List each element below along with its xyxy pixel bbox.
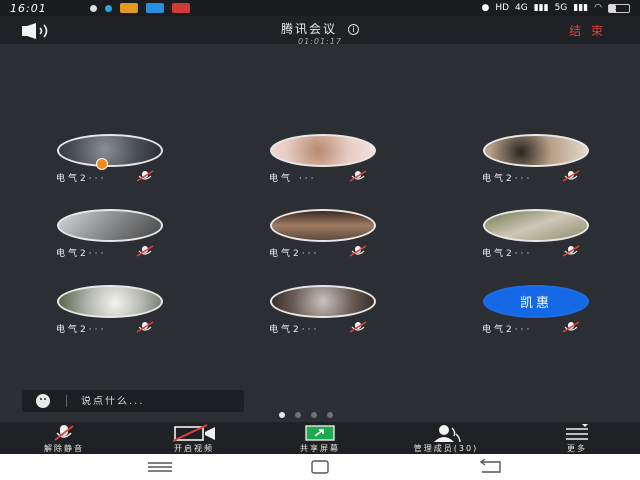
- participant-tile[interactable]: 电气2···: [476, 209, 596, 265]
- meeting-header: 腾讯会议 i 01:01:17 结 束: [0, 16, 640, 46]
- app-notification-icon: [146, 3, 164, 13]
- participant-name: 电气2···: [56, 249, 107, 259]
- camera-off-icon: [172, 424, 215, 442]
- menu-nav-icon[interactable]: [146, 459, 174, 475]
- participant-name: 电气2···: [482, 249, 533, 259]
- page-dot[interactable]: [295, 412, 301, 418]
- participant-tile[interactable]: 凯惠电气2···: [476, 285, 596, 341]
- header-title-block: 腾讯会议 i 01:01:17: [0, 18, 640, 46]
- meeting-title[interactable]: 腾讯会议: [281, 22, 337, 36]
- participant-name: 电气2···: [482, 174, 533, 184]
- share-screen-label: 共享屏幕: [300, 444, 340, 453]
- wifi-icon: ◠: [594, 3, 602, 13]
- participant-name: 电气 ···: [269, 174, 317, 184]
- status-time: 16:01: [10, 1, 47, 15]
- page-indicator: [279, 412, 333, 418]
- mic-off-icon: [136, 245, 154, 257]
- participant-tile[interactable]: 电气2···: [263, 285, 383, 341]
- participant-name: 电气2···: [269, 249, 320, 259]
- share-screen-icon: [305, 425, 335, 441]
- signal-icon: ▮▮▮: [573, 3, 589, 13]
- participant-avatar: [57, 285, 163, 318]
- manage-members-label: 管理成员(30): [413, 444, 479, 453]
- meeting-toolbar: 解除静音 开启视频 共享屏幕 管理成员(30) 更多: [0, 422, 640, 454]
- mic-off-icon: [349, 245, 367, 257]
- battery-icon: 37: [608, 3, 630, 13]
- participant-name: 电气2···: [56, 174, 107, 184]
- hd-label: HD: [495, 3, 510, 13]
- participant-avatar: [270, 285, 376, 318]
- notification-dot-icon: [90, 4, 97, 12]
- signal-icon: ▮▮▮: [533, 3, 549, 13]
- status-bar: 16:01 ● HD 4G ▮▮▮ 5G ▮▮▮ ◠ 37: [0, 0, 640, 16]
- chat-divider: [66, 395, 67, 407]
- chat-input[interactable]: [81, 395, 231, 407]
- host-badge-icon: [96, 158, 108, 170]
- page-dot[interactable]: [279, 412, 285, 418]
- 5g-label: 5G: [554, 3, 568, 13]
- mic-off-icon: [562, 245, 580, 257]
- battery-level: 37: [614, 3, 624, 12]
- info-icon[interactable]: i: [348, 24, 360, 35]
- end-meeting-button[interactable]: 结 束: [569, 22, 606, 39]
- unmute-label: 解除静音: [44, 444, 84, 453]
- manage-members-button[interactable]: 管理成员(30): [400, 422, 492, 454]
- participant-name: 电气2···: [269, 325, 320, 335]
- start-video-label: 开启视频: [174, 444, 214, 453]
- start-video-button[interactable]: 开启视频: [158, 422, 230, 454]
- chat-bar[interactable]: [22, 390, 244, 412]
- app-notification-icon: [120, 3, 138, 13]
- participant-tile[interactable]: 电气2···: [50, 209, 170, 265]
- participant-avatar: [483, 209, 589, 242]
- home-nav-icon[interactable]: [306, 459, 334, 475]
- emoji-icon[interactable]: [36, 394, 50, 408]
- participant-tile[interactable]: 电气 ···: [263, 134, 383, 190]
- unmute-button[interactable]: 解除静音: [28, 422, 100, 454]
- share-screen-button[interactable]: 共享屏幕: [284, 422, 356, 454]
- participant-tile[interactable]: 电气2···: [263, 209, 383, 265]
- mic-off-icon: [349, 170, 367, 182]
- participant-avatar: [483, 134, 589, 167]
- participant-avatar: 凯惠: [483, 285, 589, 318]
- page-dot[interactable]: [311, 412, 317, 418]
- participant-avatar: [57, 209, 163, 242]
- more-button[interactable]: 更多: [552, 422, 602, 454]
- participant-tile[interactable]: 电气2···: [476, 134, 596, 190]
- system-nav-bar: [0, 454, 640, 480]
- status-right: ● HD 4G ▮▮▮ 5G ▮▮▮ ◠ 37: [481, 3, 630, 13]
- mic-off-icon: [349, 321, 367, 333]
- participant-avatar: [270, 134, 376, 167]
- more-menu-icon: [566, 424, 588, 440]
- mic-off-icon: [562, 170, 580, 182]
- 4g-label: 4G: [515, 3, 528, 13]
- page-dot[interactable]: [327, 412, 333, 418]
- mic-off-icon: [136, 170, 154, 182]
- participant-avatar: [57, 134, 163, 167]
- qq-icon: [105, 4, 112, 12]
- app-notification-icon: [172, 3, 190, 13]
- members-icon: [434, 425, 461, 442]
- more-label: 更多: [567, 444, 587, 453]
- mic-off-icon: [136, 321, 154, 333]
- mic-off-icon: [562, 321, 580, 333]
- participant-avatar: [270, 209, 376, 242]
- participant-tile[interactable]: 电气2···: [50, 134, 170, 190]
- participant-grid: 电气2··· 电气 ··· 电气2··· 电气2··· 电气2··· 电气2··· 电气2·…: [0, 44, 640, 422]
- back-nav-icon[interactable]: [476, 459, 504, 475]
- participant-tile[interactable]: 电气2···: [50, 285, 170, 341]
- mic-off-icon: [54, 425, 74, 441]
- alarm-icon: ●: [481, 3, 490, 13]
- notification-icons: [90, 3, 190, 13]
- participant-name: 电气2···: [56, 325, 107, 335]
- participant-name: 电气2···: [482, 325, 533, 335]
